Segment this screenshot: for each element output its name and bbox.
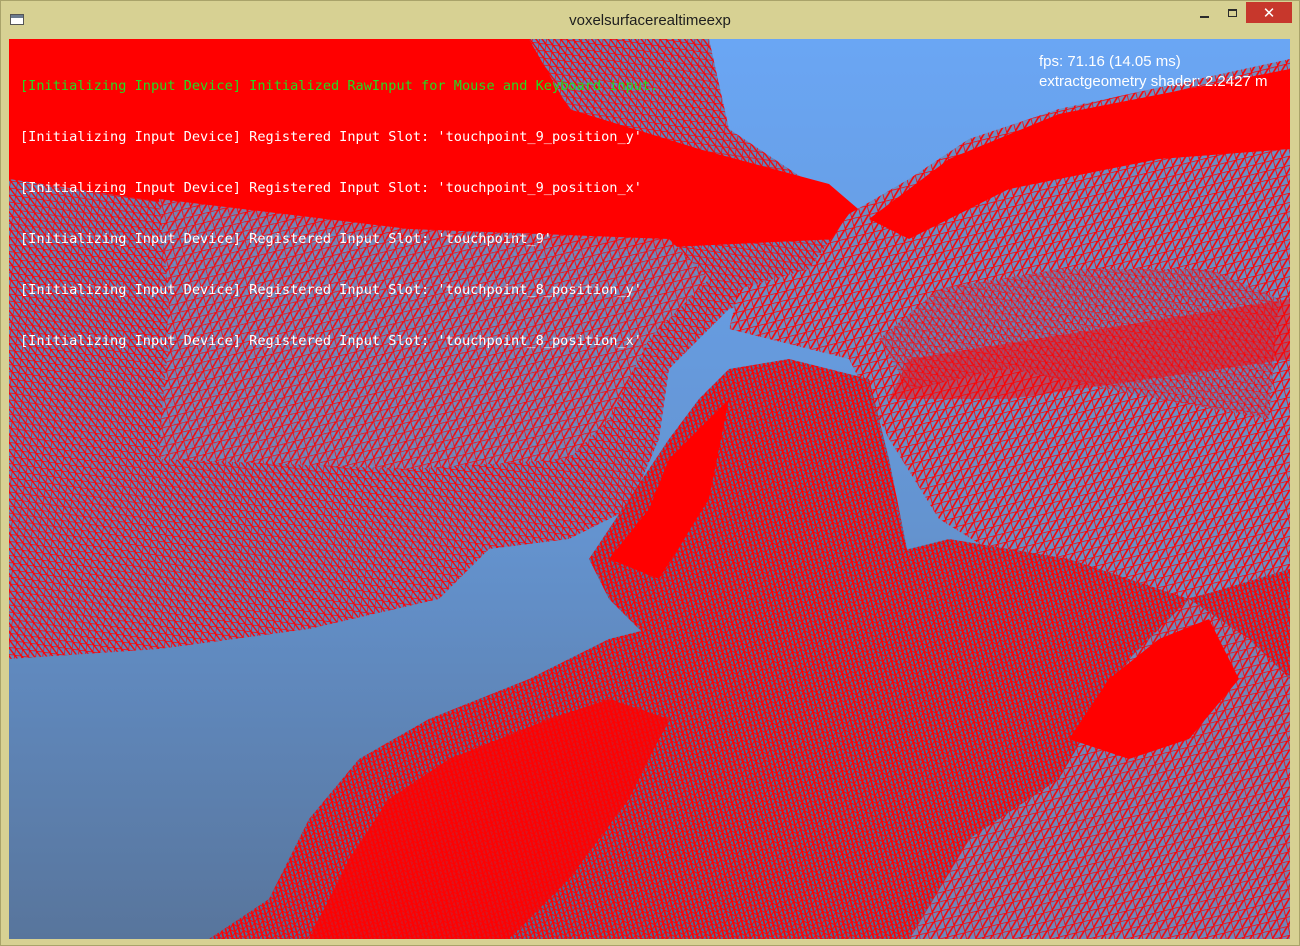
- close-button[interactable]: ✕: [1246, 2, 1292, 23]
- maximize-icon: [1227, 8, 1237, 17]
- render-viewport[interactable]: [Initializing Input Device] Initialized …: [9, 39, 1290, 939]
- console-log: [Initializing Input Device] Initialized …: [20, 44, 658, 384]
- minimize-button[interactable]: [1190, 2, 1218, 23]
- minimize-icon: [1199, 15, 1209, 18]
- console-line: [Initializing Input Device] Registered I…: [20, 231, 552, 247]
- close-icon: ✕: [1262, 3, 1276, 22]
- shader-timing-readout: extractgeometry shader: 2.2427 m: [1039, 73, 1268, 90]
- maximize-button[interactable]: [1218, 2, 1246, 23]
- title-bar[interactable]: voxelsurfacerealtimeexp ✕: [1, 1, 1299, 39]
- console-line: [Initializing Input Device] Initialized …: [20, 78, 659, 94]
- window-title: voxelsurfacerealtimeexp: [569, 12, 731, 29]
- app-window: voxelsurfacerealtimeexp ✕ [Initializing …: [0, 0, 1300, 946]
- performance-stats: fps: 71.16 (14.05 ms) extractgeometry sh…: [1039, 52, 1267, 92]
- fps-readout: fps: 71.16 (14.05 ms): [1039, 53, 1181, 70]
- console-line: [Initializing Input Device] Registered I…: [20, 333, 642, 349]
- console-line: [Initializing Input Device] Registered I…: [20, 129, 642, 145]
- console-line: [Initializing Input Device] Registered I…: [20, 282, 642, 298]
- console-line: [Initializing Input Device] Registered I…: [20, 180, 642, 196]
